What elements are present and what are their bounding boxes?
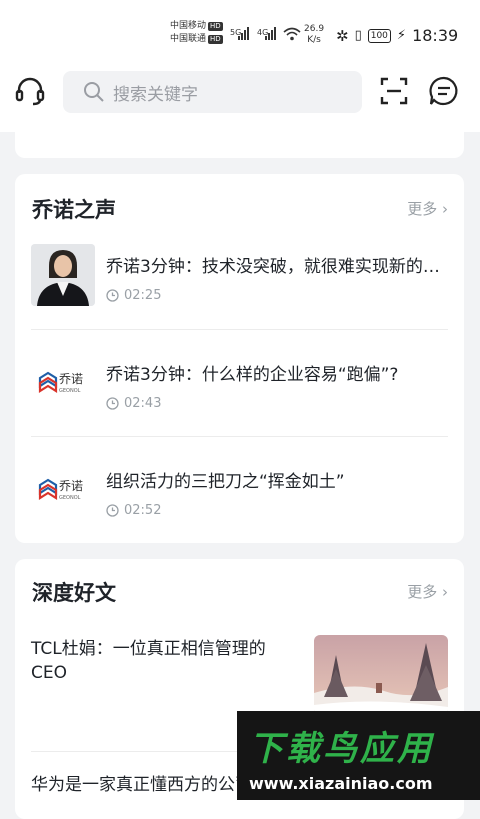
chevron-right-icon: › bbox=[442, 583, 448, 601]
article-section-title: 深度好文 bbox=[32, 581, 116, 605]
voice-more-link[interactable]: 更多 › bbox=[407, 198, 448, 219]
divider bbox=[31, 436, 448, 437]
search-placeholder: 搜索关键字 bbox=[113, 84, 198, 105]
clock-icon bbox=[106, 504, 119, 517]
divider bbox=[31, 329, 448, 330]
audio-duration: 02:43 bbox=[106, 396, 161, 411]
article-title[interactable]: TCL杜娟：一位真正相信管理的CEO bbox=[31, 637, 289, 685]
audio-item[interactable]: 乔诺 GEONOL 组织活力的三把刀之“挥金如土” 02:52 bbox=[31, 459, 448, 521]
article-more-link[interactable]: 更多 › bbox=[407, 581, 448, 602]
battery-icon: 100 bbox=[367, 28, 391, 43]
scan-icon[interactable] bbox=[378, 75, 410, 107]
headset-icon[interactable] bbox=[14, 75, 46, 107]
message-icon[interactable] bbox=[428, 75, 460, 107]
clock: 18:39 bbox=[412, 26, 459, 45]
geonol-logo: 乔诺 GEONOL bbox=[38, 371, 83, 394]
svg-text:乔诺: 乔诺 bbox=[59, 479, 83, 493]
audio-title: 乔诺3分钟：技术没突破，就很难实现新的飞跃 bbox=[106, 257, 451, 277]
carrier-1: 中国移动 bbox=[170, 21, 207, 31]
audio-thumb-portrait bbox=[31, 244, 95, 306]
voice-section-title: 乔诺之声 bbox=[32, 198, 116, 222]
signal-icon bbox=[238, 26, 249, 40]
wifi-icon bbox=[283, 27, 301, 41]
previous-card bbox=[15, 118, 464, 158]
vibrate-icon: ▯ bbox=[354, 28, 362, 43]
audio-thumb-logo: 乔诺 GEONOL bbox=[31, 352, 95, 414]
audio-item[interactable]: 乔诺 GEONOL 乔诺3分钟：什么样的企业容易“跑偏”? 02:43 bbox=[31, 352, 448, 414]
watermark-banner: 下载鸟应用 www.xiazainiao.com bbox=[237, 711, 480, 800]
status-right: ✲ ▯ 100 ⚡ 18:39 bbox=[336, 26, 458, 45]
clock-icon bbox=[106, 289, 119, 302]
portrait-image bbox=[31, 244, 95, 306]
bluetooth-icon: ✲ bbox=[336, 26, 349, 45]
audio-duration: 02:52 bbox=[106, 503, 161, 518]
voice-section-card: 乔诺之声 更多 › 乔诺3分钟：技术没突破，就很难实现新的飞跃 02:25 乔诺 bbox=[15, 174, 464, 543]
svg-text:GEONOL: GEONOL bbox=[59, 495, 81, 501]
clock-icon bbox=[106, 397, 119, 410]
audio-title: 乔诺3分钟：什么样的企业容易“跑偏”? bbox=[106, 365, 399, 385]
article-thumb[interactable] bbox=[314, 635, 448, 715]
audio-duration: 02:25 bbox=[106, 288, 161, 303]
carrier-2: 中国联通 bbox=[170, 34, 207, 44]
audio-item[interactable]: 乔诺3分钟：技术没突破，就很难实现新的飞跃 02:25 bbox=[31, 244, 451, 306]
snow-landscape-image bbox=[314, 635, 448, 715]
audio-title: 组织活力的三把刀之“挥金如土” bbox=[106, 472, 345, 492]
search-bar[interactable]: 搜索关键字 bbox=[63, 71, 362, 113]
audio-thumb-logo: 乔诺 GEONOL bbox=[31, 459, 95, 521]
network-speed: 26.9 K/s bbox=[304, 24, 325, 45]
signal-icon bbox=[265, 26, 276, 40]
watermark-text: 下载鸟应用 bbox=[249, 729, 434, 769]
watermark-url: www.xiazainiao.com bbox=[249, 774, 433, 793]
geonol-logo: 乔诺 GEONOL bbox=[38, 478, 83, 501]
svg-text:GEONOL: GEONOL bbox=[59, 388, 81, 394]
search-icon bbox=[84, 82, 104, 102]
charging-icon: ⚡ bbox=[396, 28, 407, 43]
chevron-right-icon: › bbox=[442, 200, 448, 218]
carrier-info: 中国移动 HD 中国联通 HD bbox=[170, 21, 223, 44]
status-bar: 中国移动 HD 中国联通 HD 5G 4G 26.9 K/s ✲ ▯ 100 ⚡ 1… bbox=[0, 0, 480, 62]
svg-text:乔诺: 乔诺 bbox=[59, 372, 83, 386]
